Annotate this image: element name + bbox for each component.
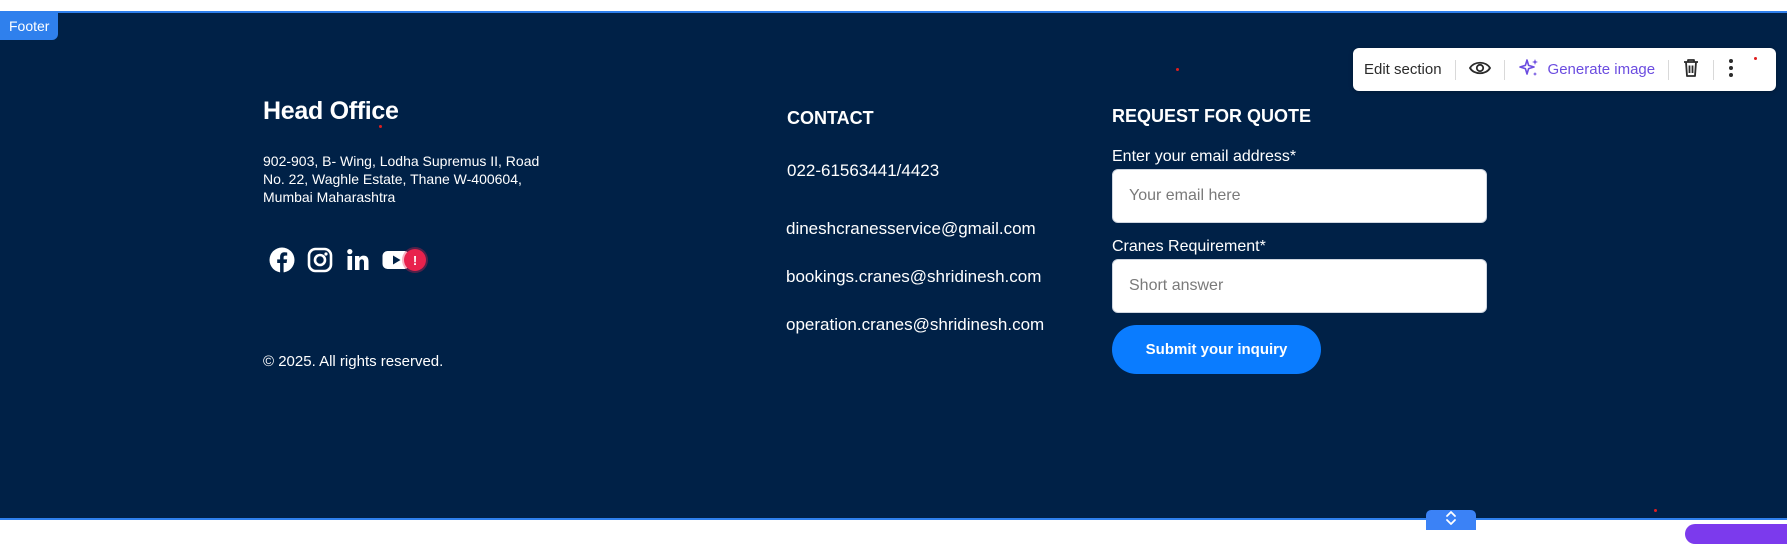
office-address: 902-903, B- Wing, Lodha Supremus II, Roa… xyxy=(263,153,540,205)
copyright-text: © 2025. All rights reserved. xyxy=(263,353,444,370)
sparkle-icon xyxy=(1518,57,1548,83)
trash-icon xyxy=(1682,58,1700,82)
chevron-up-down-icon xyxy=(1444,510,1458,531)
head-office-title: Head Office xyxy=(263,97,399,125)
delete-section-button[interactable] xyxy=(1682,58,1700,82)
corner-widget[interactable] xyxy=(1685,524,1787,544)
toolbar-divider xyxy=(1713,59,1715,80)
indicator-dot xyxy=(1654,509,1657,512)
facebook-icon xyxy=(269,247,295,278)
contact-email[interactable]: dineshcranesservice@gmail.com xyxy=(786,219,1036,239)
edit-section-button[interactable]: Edit section xyxy=(1364,61,1442,78)
edit-toolbar: Edit section Generate image xyxy=(1353,48,1776,91)
footer-section[interactable]: Footer Edit section Generate image Head … xyxy=(0,11,1787,520)
more-options-button[interactable] xyxy=(1727,58,1735,82)
contact-email[interactable]: operation.cranes@shridinesh.com xyxy=(786,315,1044,335)
youtube-link[interactable]: ! xyxy=(382,248,426,276)
email-input[interactable] xyxy=(1112,169,1487,223)
generate-image-button[interactable]: Generate image xyxy=(1518,57,1656,83)
instagram-icon xyxy=(307,247,333,278)
linkedin-icon xyxy=(346,248,370,277)
toolbar-divider xyxy=(1454,59,1456,80)
collapse-handle[interactable] xyxy=(1426,510,1476,530)
indicator-dot xyxy=(1176,68,1179,71)
generate-image-label: Generate image xyxy=(1547,61,1656,78)
cranes-requirement-input[interactable] xyxy=(1112,259,1487,313)
email-label: Enter your email address* xyxy=(1112,148,1297,165)
toolbar-divider xyxy=(1668,59,1670,80)
indicator-dot xyxy=(379,125,382,128)
contact-email[interactable]: bookings.cranes@shridinesh.com xyxy=(786,267,1041,287)
social-links: ! xyxy=(268,247,426,278)
cranes-label: Cranes Requirement* xyxy=(1112,238,1266,255)
section-tag[interactable]: Footer xyxy=(0,13,59,40)
quote-title: REQUEST FOR QUOTE xyxy=(1112,106,1312,126)
submit-inquiry-button[interactable]: Submit your inquiry xyxy=(1112,325,1321,374)
edit-section-label: Edit section xyxy=(1364,61,1442,78)
toolbar-divider xyxy=(1503,59,1505,80)
contact-phone[interactable]: 022-61563441/4423 xyxy=(787,161,939,181)
alert-badge[interactable]: ! xyxy=(404,249,426,271)
linkedin-link[interactable] xyxy=(344,248,372,276)
more-vertical-icon xyxy=(1727,58,1735,82)
indicator-dot xyxy=(1754,57,1757,60)
preview-button[interactable] xyxy=(1468,60,1491,80)
eye-icon xyxy=(1468,60,1491,80)
contact-title: CONTACT xyxy=(787,108,874,128)
facebook-link[interactable] xyxy=(268,247,296,278)
instagram-link[interactable] xyxy=(306,247,334,278)
